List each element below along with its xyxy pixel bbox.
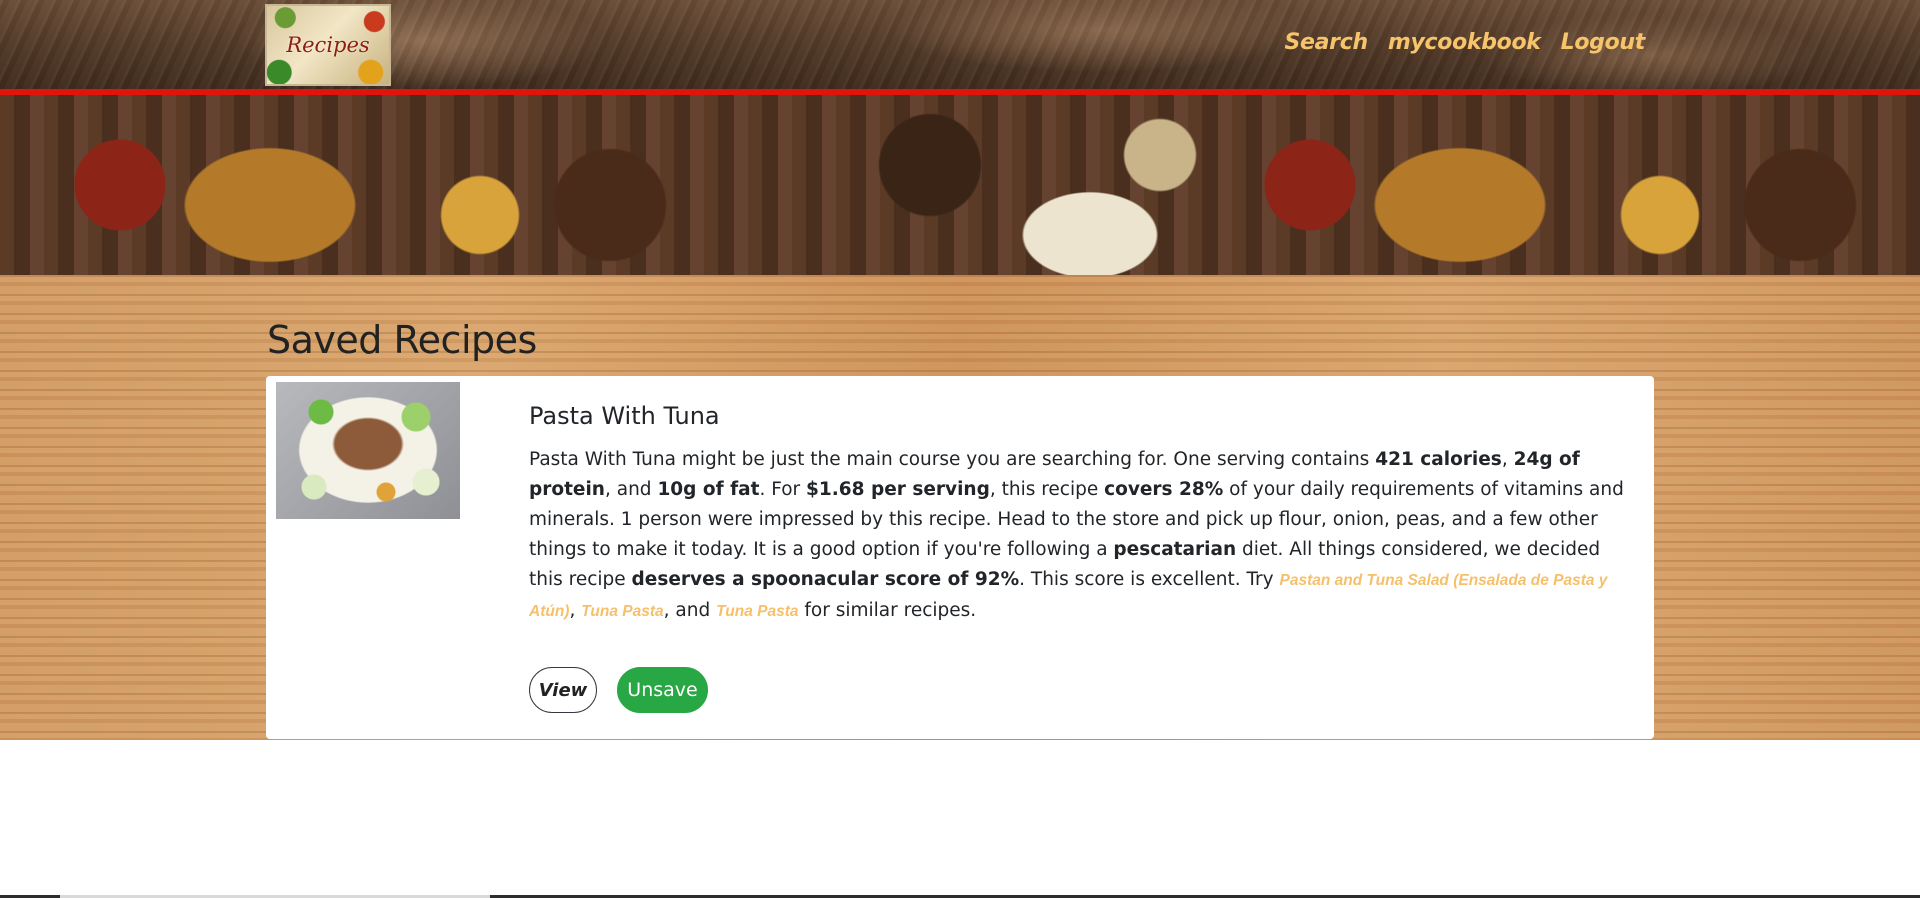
summary-text: . This score is excellent. Try [1019,569,1280,590]
recipe-card: Pasta With Tuna Pasta With Tuna might be… [266,376,1654,739]
unsave-button[interactable]: Unsave [617,667,708,713]
summary-fat: 10g of fat [657,479,760,500]
summary-calories: 421 calories [1375,449,1502,470]
summary-text: for similar recipes. [798,600,977,621]
summary-text: , [1501,449,1514,470]
summary-score: deserves a spoonacular score of 92% [631,569,1020,590]
summary-text: , [569,600,582,621]
nav-link-search[interactable]: Search [1284,30,1368,55]
recipe-card-body: Pasta With Tuna Pasta With Tuna might be… [529,402,1629,627]
navbar: Recipes Search mycookbook Logout [0,0,1920,95]
summary-text: . For [759,479,807,500]
recipe-image [276,382,460,519]
summary-text: Pasta With Tuna might be just the main c… [529,449,1376,470]
recipe-title: Pasta With Tuna [529,402,720,430]
summary-coverage: covers 28% [1104,479,1224,500]
view-button[interactable]: View [529,667,597,713]
summary-text: , and [663,600,717,621]
nav-link-mycookbook[interactable]: mycookbook [1388,30,1541,55]
summary-diet: pescatarian [1113,539,1237,560]
summary-text: , and [604,479,658,500]
similar-recipe-link[interactable]: Tuna Pasta [581,603,663,620]
spice-banner-image [0,95,1920,275]
summary-price: $1.68 per serving [806,479,990,500]
brand-logo[interactable]: Recipes [265,4,391,86]
nav-links: Search mycookbook Logout [1284,30,1645,55]
summary-text: , this recipe [989,479,1105,500]
brand-logo-text: Recipes [286,33,370,57]
recipe-actions: View Unsave [529,667,708,713]
nav-link-logout[interactable]: Logout [1561,30,1646,55]
page-title: Saved Recipes [267,318,537,362]
similar-recipe-link[interactable]: Tuna Pasta [716,603,798,620]
recipe-summary: Pasta With Tuna might be just the main c… [529,445,1629,627]
